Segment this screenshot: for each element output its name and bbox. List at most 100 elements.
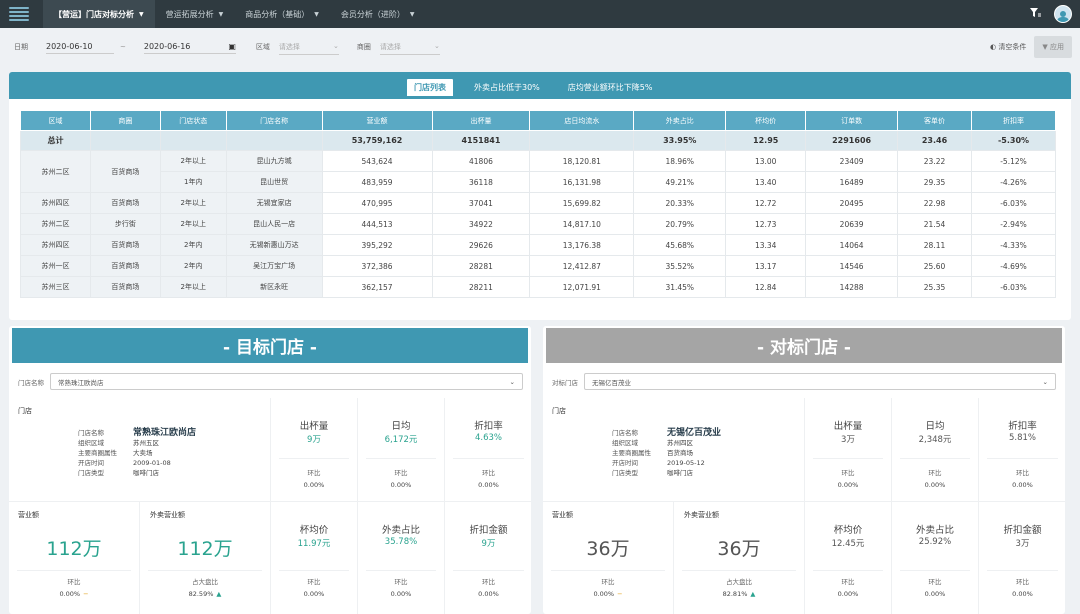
table-row[interactable]: 苏州四区 百货商场 2年内 无锡新惠山万达 395,292 29626 13,1… [20, 234, 1057, 256]
cell-region: 苏州三区 [20, 276, 91, 298]
nav-item-member-analysis[interactable]: 会员分析（进阶） ▼ [330, 0, 426, 28]
metric-discount-rate: 折扣率 5.81% 环比 0.00% [979, 398, 1065, 502]
cell-daily: 13,176.38 [529, 234, 635, 256]
date-end-input[interactable]: 2020-06-16 ▣ [143, 40, 236, 54]
cell-name: 昆山世贸 [225, 171, 323, 193]
store-select-label: 对标门店 [552, 378, 578, 387]
cell-region: 苏州一区 [20, 255, 91, 277]
cell-circle: 百货商场 [89, 192, 161, 214]
col-header[interactable]: 杯均价 [725, 110, 807, 131]
col-header[interactable]: 客单价 [897, 110, 972, 131]
store-select[interactable]: 无锡亿百茂业 ⌄ [584, 373, 1056, 390]
metric-compare-label: 环比 [394, 469, 408, 477]
cell-discount: -5.12% [970, 150, 1057, 172]
col-header[interactable]: 外卖占比 [633, 110, 727, 131]
store-info-row: 主要商圈属性 大卖场 [78, 448, 196, 458]
store-info: 门店 门店名称 常熟珠江欧尚店 组织区域 苏州五区 主要商圈属性 大卖场 开店时间 20… [9, 398, 271, 502]
col-header[interactable]: 订单数 [805, 110, 899, 131]
tab-store-list[interactable]: 门店列表 [407, 79, 453, 96]
divider [366, 458, 436, 459]
metric-title: 折扣率 [1008, 421, 1037, 432]
store-info-header: 门店 [552, 407, 566, 415]
store-info-row: 门店类型 咖啡门店 [78, 468, 196, 478]
store-select[interactable]: 常熟珠江欧尚店 ⌄ [50, 373, 523, 390]
col-header[interactable]: 出杯量 [431, 110, 531, 131]
cell-circle: 百货商场 [89, 255, 161, 277]
filter-settings-icon[interactable] [1030, 7, 1041, 21]
cell-name: 昆山九方城 [225, 150, 323, 172]
table-row[interactable]: 苏州四区 百货商场 2年以上 无锡宜家店 470,995 37041 15,69… [20, 192, 1057, 214]
date-start-input[interactable]: 2020-06-10 [46, 40, 114, 54]
total-cup-price: 12.95 [725, 130, 807, 151]
store-table: 区域 商圈 门店状态 门店名称 营业额 出杯量 店日均流水 外卖占比 杯均价 订… [20, 110, 1057, 298]
metric-value: 25.92% [918, 537, 952, 547]
col-header[interactable]: 门店状态 [159, 110, 227, 131]
chevron-down-icon: ⌄ [333, 41, 339, 50]
cell-name: 无锡宜家店 [225, 192, 323, 214]
col-header[interactable]: 门店名称 [225, 110, 323, 131]
metric-compare-value: 0.00% [303, 481, 325, 489]
col-header[interactable]: 折扣率 [970, 110, 1057, 131]
metric-value: 9万 [481, 539, 496, 549]
info-value: 苏州五区 [133, 439, 159, 447]
region-select[interactable]: 请选择 ⌄ [278, 40, 339, 55]
revenue-compare-label: 环比 [601, 578, 615, 586]
menu-logo-icon[interactable] [9, 4, 29, 24]
top-nav-bar: 【营运】门店对标分析 ▼ 营运拓展分析 ▼ 商品分析（基础） ▼ 会员分析（进阶） ▼ [0, 0, 1080, 28]
tab-low-takeout[interactable]: 外卖占比低于30% [467, 79, 547, 96]
nav-item-product-analysis[interactable]: 商品分析（基础） ▼ [234, 0, 330, 28]
col-header[interactable]: 区域 [20, 110, 91, 131]
divider [813, 570, 883, 571]
cell-daily: 16,131.98 [529, 171, 635, 193]
chevron-down-icon: ▼ [218, 10, 224, 18]
filter-bar: 日期 2020-06-10 ~ 2020-06-16 ▣ 区域 请选择 ⌄ 商圈 请… [0, 28, 1080, 66]
divider [682, 570, 796, 571]
clear-conditions-button[interactable]: ◐ 清空条件 [990, 42, 1026, 52]
store-info-rows: 门店名称 常熟珠江欧尚店 组织区域 苏州五区 主要商圈属性 大卖场 开店时间 2009-… [78, 428, 196, 478]
user-avatar[interactable] [1054, 5, 1072, 23]
metric-cups: 出杯量 3万 环比 0.00% [805, 398, 892, 502]
circle-select[interactable]: 请选择 ⌄ [379, 40, 440, 55]
revenue-compare: 0.00% − [9, 590, 139, 598]
revenue-compare: 0.00% − [543, 590, 673, 598]
nav-label: 商品分析（基础） [245, 9, 310, 19]
col-header[interactable]: 营业额 [321, 110, 433, 131]
table-row[interactable]: 苏州三区 百货商场 2年以上 新区永旺 362,157 28211 12,071… [20, 276, 1057, 298]
store-info-row: 组织区域 苏州四区 [612, 438, 721, 448]
apply-button[interactable]: ▼ 应用 [1034, 36, 1072, 58]
total-label: 总计 [20, 130, 91, 151]
store-info-row: 开店时间 2009-01-08 [78, 458, 196, 468]
takeout-share-value: 82.81% [722, 590, 748, 598]
info-key: 开店时间 [612, 459, 638, 467]
nav-item-store-benchmark[interactable]: 【营运】门店对标分析 ▼ [43, 0, 155, 28]
cell-cups: 28211 [431, 276, 531, 298]
nav-item-ops-expansion[interactable]: 营运拓展分析 ▼ [155, 0, 235, 28]
chevron-down-icon: ▼ [409, 10, 415, 18]
metric-value: 9万 [307, 435, 321, 445]
cell-daily: 15,699.82 [529, 192, 635, 214]
metric-title: 出杯量 [299, 421, 329, 432]
cell-daily: 18,120.81 [529, 150, 635, 172]
metric-compare-label: 环比 [394, 578, 408, 586]
metric-cups: 出杯量 9万 环比 0.00% [271, 398, 358, 502]
cell-revenue: 470,995 [321, 192, 433, 214]
info-value: 咖啡门店 [133, 469, 159, 477]
metric-value: 4.63% [474, 433, 502, 443]
store-select-row: 门店名称 常熟珠江欧尚店 ⌄ [18, 373, 531, 390]
cell-circle: 百货商场 [89, 150, 161, 193]
cell-orders: 14064 [805, 234, 899, 256]
metric-compare-label: 环比 [928, 469, 942, 477]
total-orders: 2291606 [805, 130, 899, 151]
cell-cups: 36118 [431, 171, 531, 193]
tab-revenue-drop[interactable]: 店均营业额环比下降5% [561, 79, 660, 96]
table-row[interactable]: 苏州二区 百货商场 2年以上 昆山九方城 543,624 41806 18,12… [20, 150, 1057, 193]
divider [900, 458, 970, 459]
metric-compare-value: 0.00% [837, 590, 859, 598]
col-header[interactable]: 商圈 [89, 110, 161, 131]
table-row[interactable]: 1年内 昆山世贸 483,959 36118 16,131.98 49.21% … [21, 171, 1057, 193]
col-header[interactable]: 店日均流水 [529, 110, 635, 131]
metric-value: 6,172元 [384, 435, 418, 445]
metric-compare-label: 环比 [307, 578, 321, 586]
table-row[interactable]: 苏州一区 百货商场 2年内 吴江万宝广场 372,386 28281 12,41… [20, 255, 1057, 277]
table-row[interactable]: 苏州二区 步行街 2年以上 昆山人民一店 444,513 34922 14,81… [20, 213, 1057, 235]
